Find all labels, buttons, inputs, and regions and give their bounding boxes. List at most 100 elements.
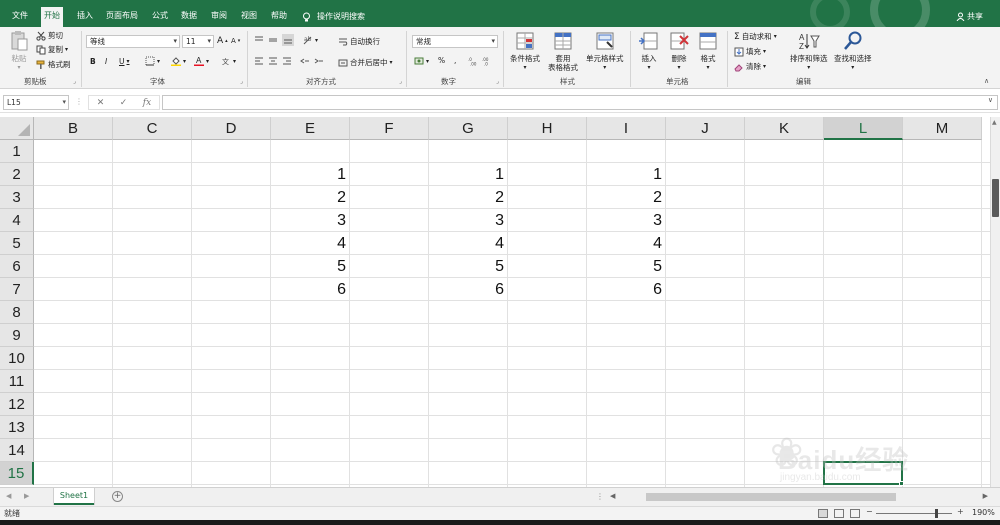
row-header-1[interactable]: 1	[0, 140, 34, 163]
font-size-select[interactable]: 11 ▾	[182, 35, 214, 48]
column-header-k[interactable]: K	[745, 117, 824, 140]
row-header-6[interactable]: 6	[0, 255, 34, 278]
cut-button[interactable]: 剪切	[36, 30, 63, 41]
zoom-in-button[interactable]: +	[957, 507, 964, 516]
column-header-b[interactable]: B	[34, 117, 113, 140]
cell-g6[interactable]: 5	[429, 255, 507, 277]
sheet-tab-sheet1[interactable]: Sheet1	[54, 488, 94, 505]
column-header-m[interactable]: M	[903, 117, 982, 140]
cell-e6[interactable]: 5	[271, 255, 349, 277]
collapse-ribbon-button[interactable]: ∧	[984, 77, 989, 85]
shrink-font-button[interactable]: A ▾	[231, 37, 240, 45]
insert-cells-button[interactable]: 插入 ▾	[638, 30, 660, 72]
column-header-i[interactable]: I	[587, 117, 666, 140]
align-left-button[interactable]	[254, 56, 264, 66]
cell-i7[interactable]: 6	[587, 278, 665, 300]
row-header-7[interactable]: 7	[0, 278, 34, 301]
tab-0[interactable]: 文件	[9, 7, 31, 27]
row-header-11[interactable]: 11	[0, 370, 34, 393]
font-name-select[interactable]: 等线 ▾	[86, 35, 180, 48]
worksheet-grid[interactable]: B C D E F G H I J K L M 1 2 3 4 5 6 7 8 9 10 11 12 13 14 15 1 2 3 4 5 6 1…	[0, 117, 990, 487]
underline-button[interactable]: U ▾	[119, 57, 130, 66]
tab-8[interactable]: 帮助	[268, 7, 290, 27]
tab-1[interactable]: 开始	[41, 7, 63, 27]
autosum-button[interactable]: Σ 自动求和 ▾	[734, 31, 777, 42]
zoom-slider-knob[interactable]	[935, 509, 938, 518]
align-center-button[interactable]	[268, 56, 278, 66]
clear-button[interactable]: 清除 ▾	[734, 61, 766, 72]
active-cell[interactable]	[823, 461, 903, 485]
row-header-12[interactable]: 12	[0, 393, 34, 416]
cell-g4[interactable]: 3	[429, 209, 507, 231]
row-header-4[interactable]: 4	[0, 209, 34, 232]
paste-button[interactable]: 粘贴 ▾	[8, 30, 30, 72]
increase-indent-button[interactable]	[314, 56, 324, 66]
number-format-select[interactable]: 常规 ▾	[412, 35, 498, 48]
cell-e5[interactable]: 4	[271, 232, 349, 254]
normal-view-icon[interactable]	[818, 509, 828, 518]
cell-g3[interactable]: 2	[429, 186, 507, 208]
cell-i3[interactable]: 2	[587, 186, 665, 208]
sheet-bar-divider-icon[interactable]: ⋮	[596, 492, 604, 501]
find-select-button[interactable]: 查找和选择 ▾	[834, 30, 872, 72]
fill-button[interactable]: 填充 ▾	[734, 46, 766, 57]
column-header-e[interactable]: E	[271, 117, 350, 140]
format-painter-button[interactable]: 格式刷	[36, 59, 71, 70]
row-header-15[interactable]: 15	[0, 462, 34, 485]
fill-color-button[interactable]: ▾	[171, 56, 186, 66]
decrease-decimal-button[interactable]: .00.0	[482, 56, 492, 66]
vertical-scroll-thumb[interactable]	[992, 179, 999, 217]
tab-2[interactable]: 插入	[74, 7, 96, 27]
tab-3[interactable]: 页面布局	[103, 7, 141, 27]
row-header-5[interactable]: 5	[0, 232, 34, 255]
fill-handle[interactable]	[899, 481, 904, 486]
cell-i2[interactable]: 1	[587, 163, 665, 185]
tab-5[interactable]: 数据	[178, 7, 200, 27]
column-header-d[interactable]: D	[192, 117, 271, 140]
cell-e3[interactable]: 2	[271, 186, 349, 208]
prev-sheet-icon[interactable]: ◀	[6, 492, 11, 500]
zoom-level[interactable]: 190%	[972, 508, 995, 517]
cell-styles-button[interactable]: 单元格样式 ▾	[586, 30, 624, 72]
increase-decimal-button[interactable]: .0.00	[468, 56, 478, 66]
tell-me-search[interactable]: 操作说明搜索	[302, 7, 365, 27]
font-launcher-icon[interactable]: ⌟	[240, 78, 243, 85]
vertical-scrollbar[interactable]: ▲	[990, 117, 1000, 487]
tab-4[interactable]: 公式	[149, 7, 171, 27]
cell-i4[interactable]: 3	[587, 209, 665, 231]
align-top-button[interactable]	[254, 35, 264, 45]
delete-cells-button[interactable]: 删除 ▾	[668, 30, 690, 72]
cell-e7[interactable]: 6	[271, 278, 349, 300]
italic-button[interactable]: I	[105, 57, 107, 66]
tab-7[interactable]: 视图	[238, 7, 260, 27]
align-middle-button[interactable]	[268, 35, 278, 45]
cell-i6[interactable]: 5	[587, 255, 665, 277]
row-header-3[interactable]: 3	[0, 186, 34, 209]
bold-button[interactable]: B	[90, 57, 96, 66]
align-bottom-button[interactable]	[282, 34, 294, 46]
column-header-h[interactable]: H	[508, 117, 587, 140]
font-color-button[interactable]: A ▾	[194, 56, 209, 66]
conditional-formatting-button[interactable]: 条件格式 ▾	[510, 30, 540, 72]
row-header-10[interactable]: 10	[0, 347, 34, 370]
copy-button[interactable]: 复制 ▾	[36, 44, 68, 55]
column-header-l[interactable]: L	[824, 117, 903, 140]
name-box[interactable]: L15 ▾	[3, 95, 69, 110]
cell-i5[interactable]: 4	[587, 232, 665, 254]
scroll-up-icon[interactable]: ▲	[992, 119, 997, 126]
column-header-g[interactable]: G	[429, 117, 508, 140]
row-header-2[interactable]: 2	[0, 163, 34, 186]
cell-e4[interactable]: 3	[271, 209, 349, 231]
row-header-13[interactable]: 13	[0, 416, 34, 439]
row-header-8[interactable]: 8	[0, 301, 34, 324]
alignment-launcher-icon[interactable]: ⌟	[399, 78, 402, 85]
column-header-c[interactable]: C	[113, 117, 192, 140]
insert-function-icon[interactable]: fx	[143, 98, 151, 108]
number-launcher-icon[interactable]: ⌟	[496, 78, 499, 85]
phonetic-button[interactable]: 文 ▾	[221, 56, 236, 66]
enter-icon[interactable]: ✓	[120, 98, 128, 108]
grow-font-button[interactable]: A ▴	[217, 36, 228, 46]
page-break-view-icon[interactable]	[850, 509, 860, 518]
horizontal-scroll-thumb[interactable]	[646, 493, 896, 501]
formula-input[interactable]: ∨	[162, 95, 998, 110]
